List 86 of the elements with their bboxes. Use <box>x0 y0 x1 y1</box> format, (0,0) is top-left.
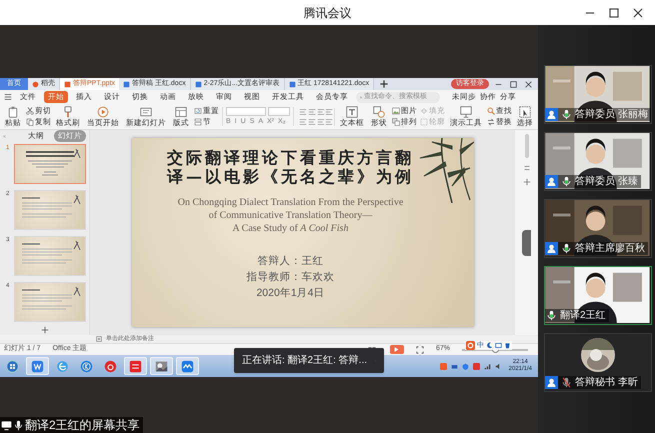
copy-icon <box>26 118 34 126</box>
side-tab[interactable] <box>522 230 531 256</box>
moon-icon[interactable] <box>486 342 493 349</box>
slide-text: 2020年1月4日 <box>256 286 325 301</box>
image-icon <box>392 107 400 115</box>
play-button[interactable] <box>390 345 404 354</box>
taskbar-button[interactable] <box>176 357 199 375</box>
slide-title: 译—以电影《无名之辈》为例 <box>167 167 414 186</box>
slide-thumbnail[interactable] <box>14 190 86 230</box>
font-size-field[interactable] <box>268 107 290 116</box>
photo-app-icon <box>155 360 168 372</box>
close-icon[interactable] <box>633 8 643 18</box>
search-icon <box>487 107 495 115</box>
participant-name: 翻译2王红 <box>560 310 606 322</box>
circle-icon <box>32 80 39 88</box>
notes-icon <box>96 336 102 342</box>
taskbar-button[interactable] <box>26 357 49 375</box>
k-circle-icon <box>80 360 93 372</box>
square-app-icon <box>129 360 142 372</box>
speaker-notice: 正在讲话: 翻译2王红: 答辩... <box>241 354 368 368</box>
taskbar-button[interactable] <box>124 357 147 375</box>
new-tab-icon[interactable] <box>378 78 390 90</box>
align-icon[interactable] <box>308 108 316 116</box>
slide-title: 交际翻译理论下看重庆方言翻 <box>167 148 414 167</box>
slide-subtitle: On Chongqing Dialect Translation From the Perspective <box>178 196 404 209</box>
presentation-file-icon <box>64 80 71 88</box>
meeting-app-icon <box>181 360 194 372</box>
play-icon <box>394 347 400 352</box>
music-app-icon <box>104 360 117 372</box>
screen-icon <box>1 420 12 430</box>
share-label: 翻译2王红的屏幕共享 <box>25 417 141 433</box>
slide-subtitle: A Case Study of A Cool Fish <box>232 222 348 235</box>
scrollbar-thumb[interactable] <box>524 134 528 158</box>
align-icon[interactable] <box>325 118 334 126</box>
user-icon <box>545 242 558 255</box>
windows-orb-icon <box>6 360 19 372</box>
signal-icon[interactable] <box>484 362 491 370</box>
tool-icon[interactable] <box>522 178 530 186</box>
slide-text: 答辩人：王红 <box>258 254 324 269</box>
microphone-icon <box>14 420 23 430</box>
tool-icon[interactable] <box>522 164 530 172</box>
keyboard-icon[interactable] <box>495 342 502 349</box>
ime-logo-icon[interactable] <box>466 341 475 350</box>
monitor-tray-icon[interactable] <box>450 362 458 370</box>
fit-icon[interactable] <box>416 346 424 354</box>
window-title: 腾讯会议 <box>304 4 352 22</box>
user-icon <box>545 175 558 188</box>
dashed-square-icon <box>420 118 428 126</box>
align-icon[interactable] <box>316 118 324 126</box>
add-icon[interactable] <box>40 326 48 334</box>
slide-thumbnail[interactable] <box>14 144 86 184</box>
align-icon[interactable] <box>325 108 334 116</box>
align-icon[interactable] <box>308 118 316 126</box>
close-icon[interactable] <box>525 80 532 88</box>
participant-name: 答辩秘书 李昕 <box>575 376 638 388</box>
document-file-icon <box>288 80 296 88</box>
browser-icon <box>56 360 69 372</box>
align-icon[interactable] <box>316 108 324 116</box>
menu-icon[interactable] <box>4 93 12 101</box>
scissors-icon <box>26 107 34 115</box>
swap-arrows-icon <box>487 118 495 126</box>
participant-name: 答辩主席廖百秋 <box>575 242 645 254</box>
maximize-icon[interactable] <box>609 8 619 18</box>
app-tray-icon[interactable] <box>472 362 480 370</box>
participant-name: 答辩委员 张丽梅 <box>575 108 648 120</box>
user-icon <box>545 108 558 121</box>
section-icon <box>194 118 202 126</box>
align-icon[interactable] <box>299 118 307 126</box>
document-file-icon <box>123 80 130 88</box>
speaker-icon[interactable] <box>494 362 502 370</box>
slide-thumbnail[interactable] <box>14 282 86 322</box>
taskbar-button[interactable] <box>150 357 173 375</box>
w-app-icon <box>31 360 44 372</box>
diamond-icon <box>420 107 428 115</box>
align-icon[interactable] <box>299 108 307 116</box>
reset-icon <box>194 107 202 115</box>
slide-thumbnail[interactable] <box>14 236 86 276</box>
slide-subtitle: of Communicative Translation Theory— <box>208 209 372 222</box>
maximize-icon[interactable] <box>510 80 517 88</box>
shield-icon[interactable] <box>462 362 469 370</box>
document-file-icon <box>194 80 202 88</box>
slide-text: 指导教师：车欢欢 <box>246 270 334 285</box>
participant-name: 答辩委员 张臻 <box>575 176 638 188</box>
arrange-icon <box>392 118 400 126</box>
font-name-field[interactable] <box>226 107 266 116</box>
user-icon <box>545 376 558 389</box>
